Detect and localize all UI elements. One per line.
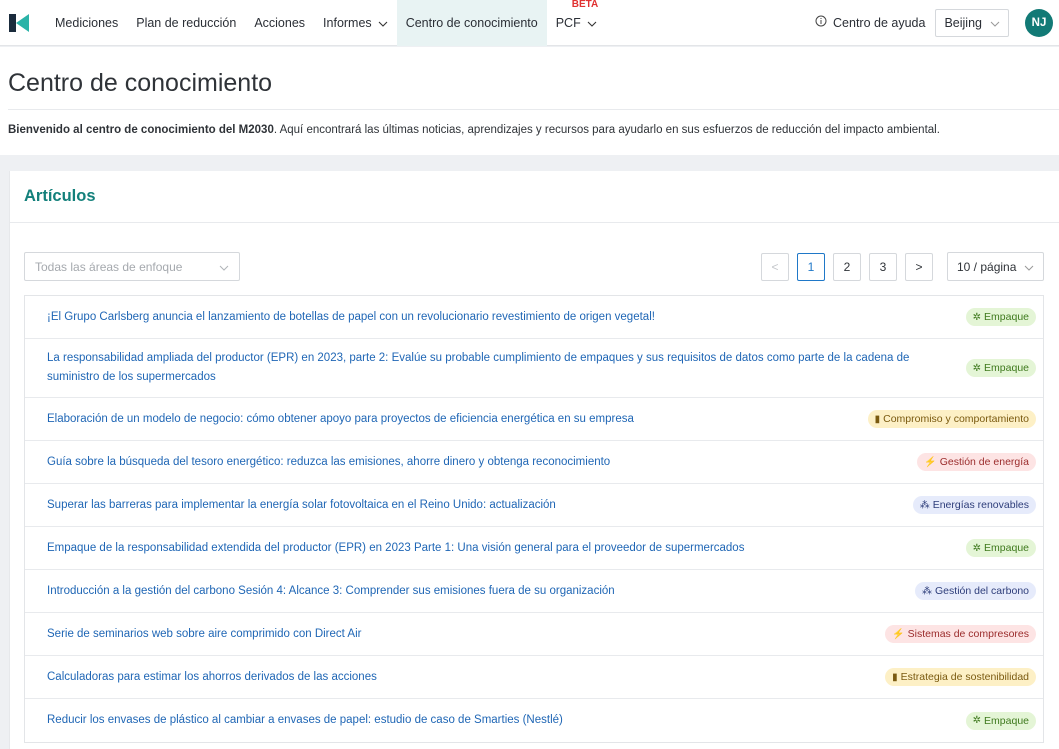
article-row: Elaboración de un modelo de negocio: cóm… <box>25 398 1043 441</box>
category-icon: ⁂ <box>919 499 930 511</box>
welcome-bold: Bienvenido al centro de conocimiento del… <box>8 124 274 136</box>
articles-card: Artículos Todas las áreas de enfoque <1 2… <box>9 171 1059 749</box>
category-icon: ✲ <box>972 715 982 726</box>
category-label: Empaque <box>984 542 1029 554</box>
category-tag: ⁂ Gestión del carbono <box>915 582 1036 600</box>
divider <box>8 109 1059 110</box>
divider <box>10 222 1059 223</box>
category-tag: ▮ Compromiso y comportamiento <box>867 410 1036 428</box>
nav-item-3[interactable]: Informes <box>314 0 397 46</box>
nav-item-label: Plan de reducción <box>136 15 237 30</box>
category-tag: ✲ Empaque <box>965 711 1036 730</box>
beta-badge: BETA <box>571 0 599 10</box>
article-row: Serie de seminarios web sobre aire compr… <box>25 613 1043 656</box>
nav-item-1[interactable]: Plan de reducción <box>127 0 245 46</box>
nav-item-label: PCF <box>555 15 581 30</box>
nav-item-label: Mediciones <box>55 15 119 30</box>
article-link[interactable]: ¡El Grupo Carlsberg anuncia el lanzamien… <box>47 308 655 327</box>
per-page-value: 10 / página <box>957 259 1017 274</box>
chevron-down-icon <box>587 16 597 30</box>
category-label: Gestión del carbono <box>935 585 1029 597</box>
category-icon: ▮ <box>892 671 898 683</box>
article-link[interactable]: Empaque de la responsabilidad extendida … <box>47 539 744 558</box>
article-row: Introducción a la gestión del carbono Se… <box>25 570 1043 613</box>
nav-item-0[interactable]: Mediciones <box>46 0 127 46</box>
article-row: ¡El Grupo Carlsberg anuncia el lanzamien… <box>25 296 1043 339</box>
category-label: Empaque <box>984 714 1029 727</box>
category-icon: ⚡ <box>892 628 905 640</box>
articles-list: ¡El Grupo Carlsberg anuncia el lanzamien… <box>24 295 1044 743</box>
chevron-down-icon <box>219 260 229 274</box>
articles-title: Artículos <box>24 187 96 205</box>
chevron-down-icon <box>990 16 1000 30</box>
nav-item-5[interactable]: PCF BETA <box>547 0 606 46</box>
category-icon: ▮ <box>874 413 881 425</box>
brand-logo[interactable] <box>8 12 30 34</box>
article-link[interactable]: Calculadoras para estimar los ahorros de… <box>47 668 377 687</box>
category-label: Empaque <box>984 362 1029 374</box>
per-page-select[interactable]: 10 / página <box>947 252 1044 281</box>
category-tag: ✲ Empaque <box>965 308 1036 326</box>
category-label: Gestión de energía <box>939 456 1029 468</box>
article-link[interactable]: Reducir los envases de plástico al cambi… <box>47 711 563 730</box>
chevron-down-icon <box>378 16 388 30</box>
nav-item-label: Centro de conocimiento <box>405 15 538 30</box>
help-center-label: Centro de ayuda <box>833 15 926 30</box>
category-icon: ✲ <box>972 542 982 554</box>
nav-item-4[interactable]: Centro de conocimiento <box>396 0 547 46</box>
next-page-button[interactable]: > <box>905 253 933 281</box>
article-link[interactable]: La responsabilidad ampliada del producto… <box>47 349 927 387</box>
category-tag: ✲ Empaque <box>965 359 1036 377</box>
category-label: Empaque <box>984 311 1029 323</box>
category-tag: ⁂ Energías renovables <box>912 496 1036 514</box>
user-avatar[interactable]: NJ <box>1025 8 1053 37</box>
category-icon: ✲ <box>972 311 982 323</box>
category-label: Compromiso y comportamiento <box>883 413 1029 425</box>
prev-page-button[interactable]: < <box>761 253 789 281</box>
focus-area-filter[interactable]: Todas las áreas de enfoque <box>24 252 240 281</box>
category-tag: ⚡ Sistemas de compresores <box>885 625 1036 643</box>
article-row: Empaque de la responsabilidad extendida … <box>25 527 1043 570</box>
article-link[interactable]: Elaboración de un modelo de negocio: cóm… <box>47 410 634 429</box>
nav-item-label: Informes <box>323 15 372 30</box>
category-icon: ⁂ <box>922 585 933 597</box>
article-row: Reducir los envases de plástico al cambi… <box>25 699 1043 742</box>
category-tag: ▮ Estrategia de sostenibilidad <box>885 668 1036 686</box>
page-button-1[interactable]: 1 <box>797 253 825 281</box>
welcome-rest: . Aquí encontrará las últimas noticias, … <box>273 124 940 136</box>
page-header: Centro de conocimiento Bienvenido al cen… <box>0 47 1059 155</box>
article-link[interactable]: Superar las barreras para implementar la… <box>47 496 556 515</box>
article-row: Guía sobre la búsqueda del tesoro energé… <box>25 441 1043 484</box>
welcome-text: Bienvenido al centro de conocimiento del… <box>8 124 940 136</box>
page-button-3[interactable]: 3 <box>869 253 897 281</box>
category-label: Energías renovables <box>932 499 1029 511</box>
article-row: Superar las barreras para implementar la… <box>25 484 1043 527</box>
city-selector[interactable]: Beijing <box>935 8 1009 37</box>
category-tag: ⚡ Gestión de energía <box>917 453 1036 471</box>
pagination: <1 2 3 > <box>753 253 933 281</box>
help-center-link[interactable]: Centro de ayuda <box>815 15 925 30</box>
category-label: Estrategia de sostenibilidad <box>900 671 1029 683</box>
nav-item-2[interactable]: Acciones <box>245 0 314 46</box>
category-tag: ✲ Empaque <box>965 539 1036 557</box>
article-row: Calculadoras para estimar los ahorros de… <box>25 656 1043 699</box>
filter-placeholder: Todas las áreas de enfoque <box>35 259 183 274</box>
article-link[interactable]: Serie de seminarios web sobre aire compr… <box>47 625 361 644</box>
article-row: La responsabilidad ampliada del producto… <box>25 339 1043 398</box>
chevron-down-icon <box>1024 260 1034 274</box>
top-navbar: Mediciones Plan de reducción Acciones Infor… <box>0 0 1059 46</box>
nav-item-label: Acciones <box>254 15 306 30</box>
article-link[interactable]: Guía sobre la búsqueda del tesoro energé… <box>47 453 610 472</box>
page-button-2[interactable]: 2 <box>833 253 861 281</box>
category-icon: ✲ <box>972 362 982 374</box>
category-label: Sistemas de compresores <box>907 628 1029 640</box>
article-link[interactable]: Introducción a la gestión del carbono Se… <box>47 582 615 601</box>
city-value: Beijing <box>944 15 982 30</box>
info-icon <box>815 15 827 30</box>
category-icon: ⚡ <box>924 456 937 468</box>
page-title: Centro de conocimiento <box>8 69 273 97</box>
